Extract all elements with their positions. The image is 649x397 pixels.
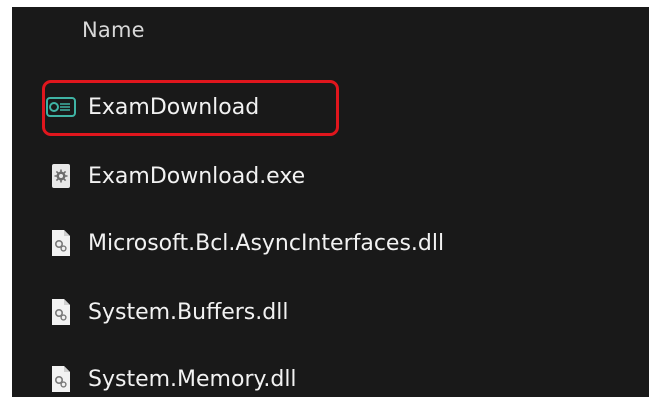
exe-file-icon [46,161,76,191]
dll-file-icon [46,228,76,258]
name-column-header[interactable]: Name [82,18,145,42]
dll-file-icon [46,364,76,394]
config-file-icon [46,92,76,122]
file-explorer-pane: Name ExamDownload ExamDownload.exe Micro… [12,7,649,397]
file-name: System.Memory.dll [88,366,297,392]
file-name: ExamDownload.exe [88,163,306,189]
file-row-system-buffers-dll[interactable]: System.Buffers.dll [46,290,606,334]
file-row-system-memory-dll[interactable]: System.Memory.dll [46,357,606,397]
file-name: System.Buffers.dll [88,299,289,325]
dll-file-icon [46,297,76,327]
file-row-examdownload-config[interactable]: ExamDownload [46,85,606,129]
file-row-examdownload-exe[interactable]: ExamDownload.exe [46,154,606,198]
file-name: ExamDownload [88,94,260,120]
file-row-microsoft-bcl-asyncinterfaces-dll[interactable]: Microsoft.Bcl.AsyncInterfaces.dll [46,221,606,265]
file-name: Microsoft.Bcl.AsyncInterfaces.dll [88,230,445,256]
